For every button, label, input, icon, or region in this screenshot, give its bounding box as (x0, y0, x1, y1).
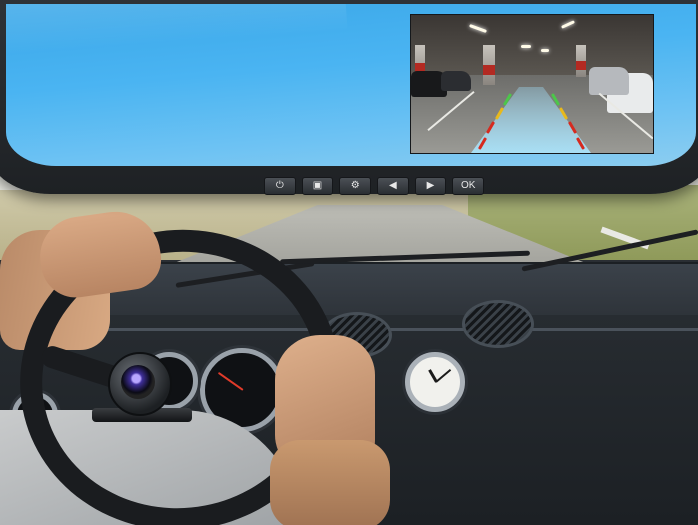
parked-car (441, 71, 471, 91)
clock-minute-hand (435, 369, 452, 383)
clock-icon (405, 352, 465, 412)
ceiling-light (521, 45, 531, 48)
garage-ceiling (411, 15, 653, 75)
air-vent-right (462, 300, 534, 348)
prev-button[interactable]: ◀ (377, 177, 409, 195)
power-button[interactable]: ⏻ (264, 177, 296, 195)
pillar-red-band (483, 65, 495, 75)
pillar-red-band (576, 61, 586, 70)
rear-camera-screen (410, 14, 654, 154)
parked-car (589, 67, 629, 95)
mode-button[interactable]: ▣ (301, 177, 334, 195)
ok-button[interactable]: OK (452, 177, 485, 195)
next-button[interactable]: ▶ (414, 177, 447, 195)
driver-right-arm (270, 440, 390, 525)
settings-button[interactable]: ⚙ (339, 177, 372, 195)
ceiling-light (541, 49, 549, 52)
camera-lens (121, 365, 155, 399)
mirror-button-strip: ⏻ ▣ ⚙ ◀ ▶ OK (264, 177, 485, 197)
